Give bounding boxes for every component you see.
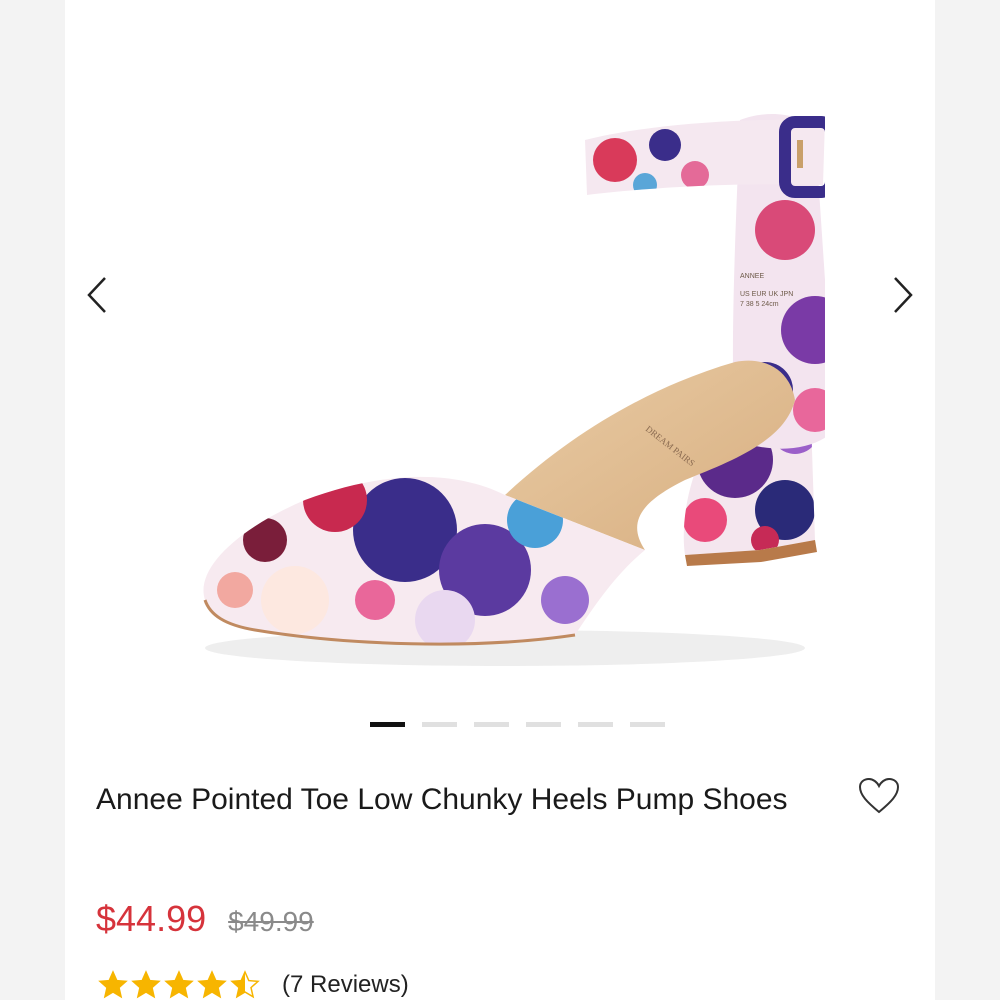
reviews-link[interactable]: (7 Reviews) — [282, 971, 409, 999]
star-icon — [98, 970, 128, 999]
star-rating — [98, 970, 260, 1000]
image-gallery[interactable]: DREAM PAIRS ANNEE US EUR UK JPN 7 38 5 2… — [65, 0, 935, 740]
gallery-prev-button[interactable] — [77, 270, 117, 320]
gallery-dot[interactable] — [578, 722, 613, 727]
star-icon — [230, 970, 260, 999]
chevron-right-icon — [894, 277, 913, 313]
gallery-dot[interactable] — [474, 722, 509, 727]
star-icon — [164, 970, 194, 999]
star-icon — [131, 970, 161, 999]
gallery-pagination — [65, 722, 935, 727]
gallery-dot[interactable] — [422, 722, 457, 727]
insole-size-values-text: 7 38 5 24cm — [740, 301, 779, 308]
insole-model-text: ANNEE — [740, 273, 764, 280]
wishlist-button[interactable] — [857, 776, 901, 816]
gallery-dot[interactable] — [526, 722, 561, 727]
insole-size-header-text: US EUR UK JPN — [740, 291, 793, 298]
star-icon — [197, 970, 227, 999]
price-row: $44.99 $49.99 — [96, 898, 314, 940]
gallery-next-button[interactable] — [883, 270, 923, 320]
rating-row: (7 Reviews) — [98, 970, 409, 1000]
product-page: DREAM PAIRS ANNEE US EUR UK JPN 7 38 5 2… — [65, 0, 935, 1000]
heart-outline-icon — [858, 777, 900, 814]
chevron-left-icon — [87, 277, 106, 313]
product-image: DREAM PAIRS ANNEE US EUR UK JPN 7 38 5 2… — [203, 114, 825, 666]
gallery-dot[interactable] — [370, 722, 405, 727]
original-price: $49.99 — [228, 906, 314, 937]
current-price: $44.99 — [96, 898, 207, 939]
product-title: Annee Pointed Toe Low Chunky Heels Pump … — [96, 783, 788, 816]
gallery-dot[interactable] — [630, 722, 665, 727]
